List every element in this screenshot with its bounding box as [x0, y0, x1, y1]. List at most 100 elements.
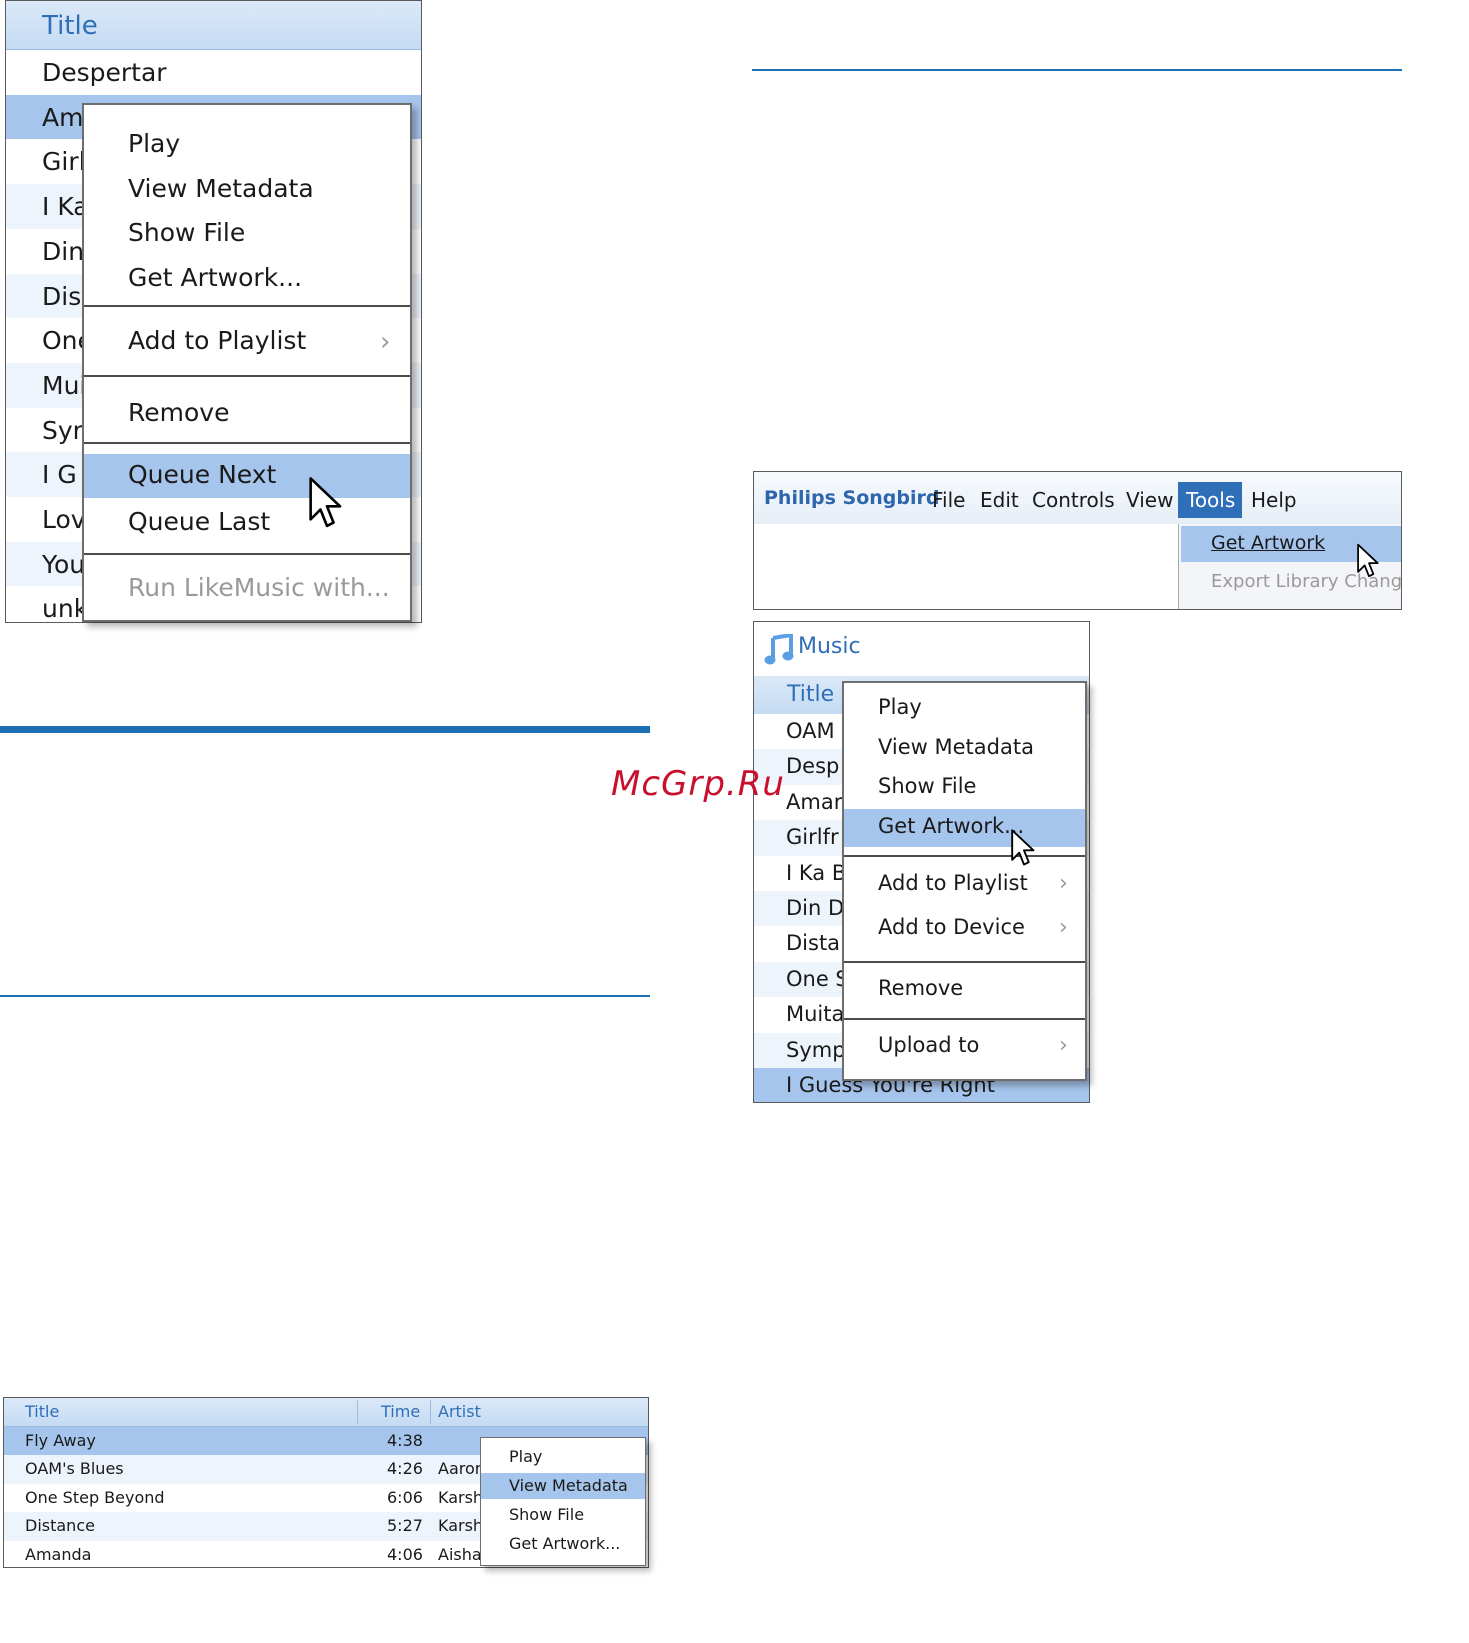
- cell-title: Fly Away: [25, 1431, 96, 1450]
- menu-item-label: View Metadata: [509, 1476, 628, 1495]
- watermark: McGrp.Ru: [611, 764, 785, 804]
- track-title: Symp: [786, 1037, 846, 1062]
- menu-item-label: Add to Playlist: [128, 326, 307, 355]
- cell-artist: Aaror: [438, 1459, 482, 1479]
- menu-item-queue-last[interactable]: Queue Last: [84, 501, 410, 545]
- menu-item-add-to-playlist[interactable]: Add to Playlist ›: [84, 321, 410, 365]
- menubar-item-help[interactable]: Help: [1251, 482, 1303, 518]
- menu-item-play[interactable]: Play: [481, 1443, 645, 1469]
- menu-item-label: Play: [878, 695, 922, 719]
- menubar-item-view[interactable]: View: [1126, 482, 1174, 518]
- menu-item-add-to-device[interactable]: Add to Device ›: [844, 911, 1085, 949]
- column-header-title[interactable]: Title: [25, 1402, 59, 1421]
- menu-item-label: Add to Device: [878, 915, 1025, 939]
- menu-item-label: Get Artwork...: [878, 814, 1025, 838]
- menu-separator: [84, 375, 410, 377]
- column-header-label: Title: [787, 682, 835, 707]
- menu-item-queue-next[interactable]: Queue Next: [84, 454, 410, 498]
- menu-item-label: Add to Playlist: [878, 871, 1028, 895]
- menubar-label: Tools: [1186, 488, 1236, 512]
- menubar-item-controls[interactable]: Controls: [1032, 482, 1118, 518]
- track-title: Din: [42, 236, 85, 266]
- cell-artist: Aisha: [438, 1544, 482, 1564]
- menu-item-label: Queue Next: [128, 460, 277, 489]
- menu-item-view-metadata[interactable]: View Metadata: [84, 170, 410, 210]
- track-title: One S: [786, 966, 849, 991]
- mouse-pointer-icon: [309, 477, 342, 528]
- cell-time: 4:06: [387, 1544, 423, 1564]
- column-divider: [357, 1400, 358, 1424]
- mouse-pointer-icon: [1011, 829, 1035, 866]
- menu-separator: [84, 442, 410, 444]
- menu-item-view-metadata[interactable]: View Metadata: [844, 731, 1085, 767]
- chevron-right-icon: ›: [1059, 871, 1068, 896]
- chevron-right-icon: ›: [1059, 1033, 1068, 1058]
- menu-item-label: Get Artwork: [1211, 532, 1326, 554]
- cell-artist: Karsh: [438, 1516, 484, 1536]
- menu-item-show-file[interactable]: Show File: [844, 770, 1085, 806]
- menu-item-label: Upload to: [878, 1033, 980, 1057]
- menubar-item-tools[interactable]: Tools: [1178, 482, 1242, 518]
- menu-item-play[interactable]: Play: [84, 125, 410, 165]
- track-title: Despertar: [42, 58, 167, 87]
- track-title: Amar: [786, 789, 843, 814]
- menu-item-remove[interactable]: Remove: [844, 971, 1085, 1009]
- app-name: Philips Songbird: [764, 487, 940, 509]
- menu-item-run-likemusic: Run LikeMusic with...: [84, 568, 410, 612]
- cell-time: 4:38: [387, 1431, 423, 1450]
- menu-item-show-file[interactable]: Show File: [84, 214, 410, 254]
- track-title: I Ka B: [786, 860, 847, 885]
- panel-b-menubar-window: Philips Songbird File Edit Controls View Too…: [753, 471, 1402, 610]
- menu-item-label: Show File: [128, 218, 246, 247]
- menu-item-label: Show File: [509, 1505, 585, 1524]
- track-title: Lov: [42, 505, 86, 534]
- menubar: Philips Songbird File Edit Controls View Too…: [754, 472, 1401, 524]
- menu-item-remove[interactable]: Remove: [84, 393, 410, 437]
- menu-separator: [844, 961, 1085, 963]
- cell-artist: Karsh: [438, 1487, 484, 1507]
- column-header-label: Title: [42, 11, 98, 41]
- menu-separator: [844, 1018, 1085, 1020]
- menu-item-upload-to[interactable]: Upload to ›: [844, 1029, 1085, 1067]
- cell-title: Distance: [25, 1516, 95, 1536]
- title-column-header[interactable]: Title: [6, 1, 421, 50]
- menubar-item-edit[interactable]: Edit: [980, 482, 1022, 518]
- menu-item-add-to-playlist[interactable]: Add to Playlist ›: [844, 867, 1085, 905]
- music-note-icon: [764, 634, 794, 665]
- cell-title: OAM's Blues: [25, 1459, 124, 1479]
- section-title: Music: [798, 634, 861, 659]
- track-title: I G: [42, 460, 77, 490]
- menu-item-play[interactable]: Play: [844, 691, 1085, 727]
- menubar-label: File: [932, 488, 966, 512]
- context-menu-d: Play View Metadata Show File Get Artwork…: [480, 1437, 646, 1566]
- track-title: Mui: [42, 370, 87, 400]
- column-header-artist[interactable]: Artist: [438, 1402, 481, 1421]
- track-title: Dista: [786, 931, 841, 956]
- menu-item-label: View Metadata: [128, 174, 314, 203]
- context-menu-a: Play View Metadata Show File Get Artwork…: [82, 103, 412, 622]
- menu-separator: [844, 855, 1085, 857]
- menubar-item-file[interactable]: File: [932, 482, 970, 518]
- menu-item-label: Remove: [878, 976, 964, 1000]
- cell-title: One Step Beyond: [25, 1487, 165, 1507]
- menu-item-get-artwork[interactable]: Get Artwork...: [844, 809, 1085, 847]
- menu-item-get-artwork[interactable]: Get Artwork...: [84, 259, 410, 299]
- track-title: Desp: [786, 754, 840, 779]
- section-rule-thin: [0, 995, 650, 997]
- track-title: Girlfr: [786, 825, 839, 850]
- menu-separator: [84, 553, 410, 555]
- chevron-right-icon: ›: [1059, 915, 1068, 940]
- cell-time: 6:06: [387, 1487, 423, 1507]
- menu-item-label: Play: [128, 129, 181, 158]
- music-section-header: Music: [754, 622, 1089, 676]
- track-title: Syr: [42, 415, 83, 445]
- list-item[interactable]: Despertar: [6, 50, 421, 95]
- menu-item-view-metadata[interactable]: View Metadata: [481, 1473, 645, 1499]
- menu-item-show-file[interactable]: Show File: [481, 1502, 645, 1528]
- column-header-time[interactable]: Time: [381, 1402, 420, 1421]
- track-title: OAM: [786, 719, 835, 743]
- menubar-label: Help: [1251, 488, 1297, 512]
- track-title: Din D: [786, 896, 845, 920]
- track-title: You: [42, 549, 86, 579]
- menu-item-get-artwork[interactable]: Get Artwork...: [481, 1531, 645, 1557]
